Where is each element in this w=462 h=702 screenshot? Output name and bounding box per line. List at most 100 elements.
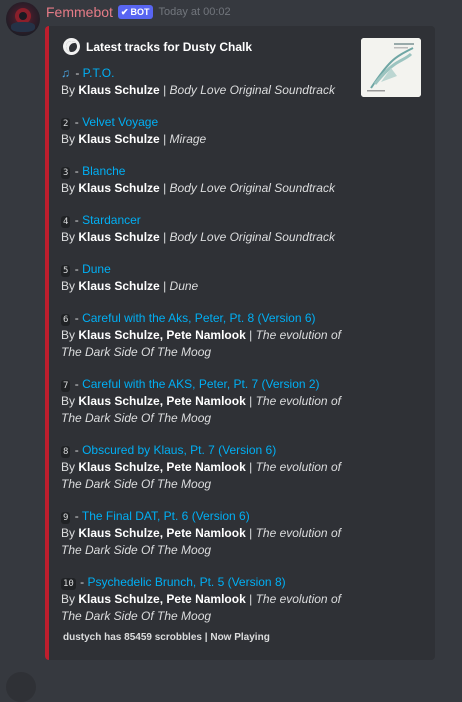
- embed-footer: dustych has 85459 scrobbles | Now Playin…: [63, 632, 270, 643]
- album-art-thumbnail[interactable]: [361, 38, 421, 97]
- track-title-line: 5 - Dune: [61, 262, 111, 277]
- track-album: Body Love Original Soundtrack: [169, 181, 335, 195]
- track-title-line: 6 - Careful with the Aks, Peter, Pt. 8 (…: [61, 311, 316, 326]
- embed-author: Latest tracks for Dusty Chalk: [63, 38, 252, 55]
- track-title-link[interactable]: Velvet Voyage: [82, 115, 158, 129]
- scrobble-count: dustych has 85459 scrobbles: [63, 632, 202, 643]
- track-title-line: 9 - The Final DAT, Pt. 6 (Version 6): [61, 509, 250, 524]
- meta-separator: |: [163, 83, 167, 97]
- track-title-link[interactable]: Careful with the Aks, Peter, Pt. 8 (Vers…: [82, 311, 315, 325]
- meta-separator: |: [163, 181, 167, 195]
- track-number: 7: [61, 380, 71, 392]
- track-meta-line: By Klaus Schulze, Pete Namlook | The evo…: [61, 591, 361, 625]
- bot-tag: ✔ BOT: [117, 5, 154, 19]
- embed-author-name[interactable]: Latest tracks for Dusty Chalk: [86, 40, 252, 54]
- track-title-link[interactable]: Stardancer: [82, 213, 141, 227]
- track-title-line: 8 - Obscured by Klaus, Pt. 7 (Version 6): [61, 443, 277, 458]
- track-artist: Klaus Schulze: [78, 230, 160, 244]
- track-number: 8: [61, 446, 71, 458]
- by-label: By: [61, 181, 76, 195]
- track-meta-line: By Klaus Schulze, Pete Namlook | The evo…: [61, 327, 361, 361]
- track-title-link[interactable]: Blanche: [82, 164, 125, 178]
- by-label: By: [61, 394, 76, 408]
- track-number: 3: [61, 167, 71, 179]
- track-item: ♫ - P.T.O. By Klaus Schulze | Body Love O…: [61, 65, 361, 99]
- track-number: 4: [61, 216, 71, 228]
- track-artist: Klaus Schulze: [78, 83, 160, 97]
- track-artist: Klaus Schulze, Pete Namlook: [78, 592, 246, 606]
- track-title-link[interactable]: Psychedelic Brunch, Pt. 5 (Version 8): [88, 575, 286, 589]
- track-title-link[interactable]: Dune: [82, 262, 111, 276]
- track-item: 5 - Dune By Klaus Schulze | Dune: [61, 261, 361, 295]
- track-item: 8 - Obscured by Klaus, Pt. 7 (Version 6)…: [61, 442, 361, 493]
- timestamp[interactable]: Today at 00:02: [158, 6, 230, 18]
- track-title-line: 3 - Blanche: [61, 164, 126, 179]
- track-list: ♫ - P.T.O. By Klaus Schulze | Body Love O…: [61, 65, 361, 640]
- track-number: 9: [61, 512, 71, 524]
- track-item: 7 - Careful with the AKS, Peter, Pt. 7 (…: [61, 376, 361, 427]
- meta-separator: |: [249, 394, 253, 408]
- checkmark-icon: ✔: [120, 6, 129, 17]
- music-note-icon: ♫: [61, 66, 70, 80]
- track-title-link[interactable]: Careful with the AKS, Peter, Pt. 7 (Vers…: [82, 377, 319, 391]
- bot-tag-label: BOT: [130, 7, 150, 17]
- track-meta-line: By Klaus Schulze, Pete Namlook | The evo…: [61, 459, 361, 493]
- track-title-link[interactable]: The Final DAT, Pt. 6 (Version 6): [82, 509, 250, 523]
- track-item: 9 - The Final DAT, Pt. 6 (Version 6) By K…: [61, 508, 361, 559]
- track-meta-line: By Klaus Schulze | Body Love Original So…: [61, 82, 361, 99]
- track-title-link[interactable]: P.T.O.: [83, 66, 115, 80]
- track-artist: Klaus Schulze, Pete Namlook: [78, 394, 246, 408]
- track-item: 3 - Blanche By Klaus Schulze | Body Love …: [61, 163, 361, 197]
- meta-separator: |: [249, 328, 253, 342]
- track-album: Body Love Original Soundtrack: [169, 230, 335, 244]
- meta-separator: |: [249, 592, 253, 606]
- track-meta-line: By Klaus Schulze | Mirage: [61, 131, 361, 148]
- by-label: By: [61, 328, 76, 342]
- bot-avatar[interactable]: [6, 2, 40, 36]
- embed: Latest tracks for Dusty Chalk ♫ - P.T.O.…: [45, 26, 435, 660]
- track-number: 10: [61, 578, 76, 590]
- track-artist: Klaus Schulze: [78, 181, 160, 195]
- track-album: Body Love Original Soundtrack: [169, 83, 335, 97]
- by-label: By: [61, 83, 76, 97]
- track-album: Mirage: [169, 132, 207, 146]
- track-meta-line: By Klaus Schulze | Body Love Original So…: [61, 229, 361, 246]
- track-artist: Klaus Schulze: [78, 279, 160, 293]
- by-label: By: [61, 526, 76, 540]
- now-playing-status: Now Playing: [210, 632, 270, 643]
- username[interactable]: Femmebot: [46, 4, 113, 20]
- by-label: By: [61, 592, 76, 606]
- meta-separator: |: [163, 132, 167, 146]
- next-message-avatar[interactable]: [6, 672, 36, 702]
- by-label: By: [61, 460, 76, 474]
- meta-separator: |: [249, 526, 253, 540]
- meta-separator: |: [163, 230, 167, 244]
- track-title-line: 2 - Velvet Voyage: [61, 115, 159, 130]
- track-album: Dune: [169, 279, 199, 293]
- track-number: 6: [61, 314, 71, 326]
- meta-separator: |: [163, 279, 167, 293]
- track-title-line: 10 - Psychedelic Brunch, Pt. 5 (Version …: [61, 575, 286, 590]
- track-meta-line: By Klaus Schulze | Body Love Original So…: [61, 180, 361, 197]
- track-item: 6 - Careful with the Aks, Peter, Pt. 8 (…: [61, 310, 361, 361]
- track-meta-line: By Klaus Schulze | Dune: [61, 278, 361, 295]
- message-header: Femmebot ✔ BOT Today at 00:02: [46, 3, 231, 21]
- track-number: 5: [61, 265, 71, 277]
- track-meta-line: By Klaus Schulze, Pete Namlook | The evo…: [61, 393, 361, 427]
- track-title-line: 7 - Careful with the AKS, Peter, Pt. 7 (…: [61, 377, 320, 392]
- track-meta-line: By Klaus Schulze, Pete Namlook | The evo…: [61, 525, 361, 559]
- track-title-link[interactable]: Obscured by Klaus, Pt. 7 (Version 6): [82, 443, 276, 457]
- meta-separator: |: [249, 460, 253, 474]
- by-label: By: [61, 132, 76, 146]
- track-artist: Klaus Schulze, Pete Namlook: [78, 526, 246, 540]
- by-label: By: [61, 230, 76, 244]
- track-number: 2: [61, 118, 71, 130]
- track-item: 10 - Psychedelic Brunch, Pt. 5 (Version …: [61, 574, 361, 625]
- track-artist: Klaus Schulze, Pete Namlook: [78, 328, 246, 342]
- track-artist: Klaus Schulze, Pete Namlook: [78, 460, 246, 474]
- track-artist: Klaus Schulze: [78, 132, 160, 146]
- lastfm-icon: [63, 38, 80, 55]
- track-item: 4 - Stardancer By Klaus Schulze | Body Lo…: [61, 212, 361, 246]
- by-label: By: [61, 279, 76, 293]
- track-title-line: ♫ - P.T.O.: [61, 66, 115, 80]
